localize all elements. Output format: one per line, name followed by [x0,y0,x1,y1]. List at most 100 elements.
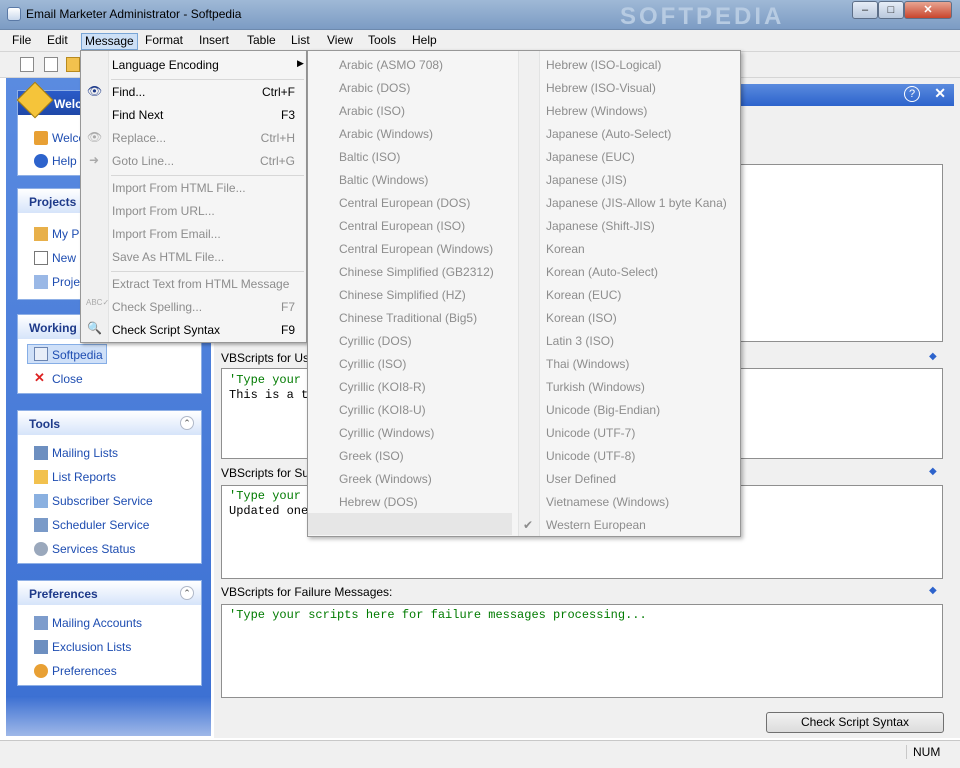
encoding-option[interactable]: Central European (Windows) [339,242,493,256]
encoding-option[interactable]: Unicode (UTF-7) [546,426,635,440]
encoding-option[interactable]: Korean (ISO) [546,311,617,325]
encoding-option[interactable]: Latin 3 (ISO) [546,334,614,348]
encoding-option[interactable]: Japanese (JIS) [546,173,627,187]
maximize-button[interactable]: □ [878,1,904,19]
open-file-icon[interactable] [44,57,58,72]
spellcheck-icon: ABC✓ [86,298,110,307]
shortcut-find: Ctrl+F [262,85,295,99]
encoding-option[interactable]: Korean (EUC) [546,288,621,302]
subscriber-service-icon [34,494,48,508]
sidebar-item-services-status[interactable]: Services Status [52,542,135,556]
menu-item-check-script-syntax[interactable]: Check Script Syntax [112,323,302,337]
encoding-option[interactable]: Central European (DOS) [339,196,470,210]
expand-arrow-icon[interactable]: ◆ [929,466,937,477]
shortcut-find-next: F3 [280,108,295,122]
encoding-option[interactable]: Greek (Windows) [339,472,432,486]
encoding-option[interactable]: Arabic (ASMO 708) [339,58,443,72]
menu-tools[interactable]: Tools [365,33,399,50]
section3-script-editor[interactable]: 'Type your scripts here for failure mess… [221,604,943,698]
encoding-option[interactable]: Chinese Simplified (HZ) [339,288,466,302]
encoding-option[interactable]: Unicode (Big-Endian) [546,403,660,417]
sidebar-item-preferences[interactable]: Preferences [52,664,117,678]
encoding-option[interactable]: Baltic (ISO) [339,150,400,164]
menu-item-extract-text[interactable]: Extract Text from HTML Message [112,277,302,291]
menu-table[interactable]: Table [244,33,279,50]
menu-item-save-as-html[interactable]: Save As HTML File... [112,250,302,264]
menu-message[interactable]: Message [81,33,138,50]
code-line: 'Type your [229,489,302,503]
encoding-option[interactable]: Hebrew (Windows) [546,104,647,118]
encoding-option[interactable]: Greek (ISO) [339,449,404,463]
menu-format[interactable]: Format [142,33,186,50]
menu-file[interactable]: File [9,33,34,50]
sidebar-item-softpedia[interactable]: Softpedia [52,348,103,362]
encoding-option[interactable]: Turkish (Windows) [546,380,645,394]
sidebar-item-exclusion-lists[interactable]: Exclusion Lists [52,640,131,654]
encoding-option[interactable]: Japanese (Auto-Select) [546,127,671,141]
collapse-chevron-icon[interactable]: ⌃ [180,416,194,430]
encoding-option[interactable]: Unicode (UTF-8) [546,449,635,463]
menu-item-import-html[interactable]: Import From HTML File... [112,181,302,195]
gear-icon [34,664,48,678]
sidebar-item-project[interactable]: Proje [52,275,80,289]
encoding-option[interactable]: Hebrew (DOS) [339,495,418,509]
menu-item-import-url[interactable]: Import From URL... [112,204,302,218]
encoding-option[interactable]: Baltic (Windows) [339,173,428,187]
menu-insert[interactable]: Insert [196,33,232,50]
check-script-syntax-button[interactable]: Check Script Syntax [766,712,944,733]
help-icon [34,154,48,168]
encoding-option[interactable]: Cyrillic (KOI8-U) [339,403,426,417]
menu-list[interactable]: List [288,33,313,50]
encoding-option[interactable]: Japanese (JIS-Allow 1 byte Kana) [546,196,727,210]
folder-icon[interactable] [66,57,80,72]
sidebar-item-mailing-lists[interactable]: Mailing Lists [52,446,118,460]
encoding-option[interactable]: Central European (ISO) [339,219,465,233]
content-editor-box[interactable] [735,164,943,342]
encoding-option[interactable]: Korean [546,242,585,256]
menu-item-check-spelling[interactable]: Check Spelling... [112,300,302,314]
minimize-button[interactable]: – [852,1,878,19]
encoding-option[interactable]: Cyrillic (DOS) [339,334,412,348]
sidebar-item-list-reports[interactable]: List Reports [52,470,116,484]
encoding-option[interactable]: Thai (Windows) [546,357,629,371]
encoding-option[interactable]: Cyrillic (Windows) [339,426,434,440]
encoding-option[interactable]: Cyrillic (ISO) [339,357,406,371]
menu-help[interactable]: Help [409,33,440,50]
encoding-option[interactable]: Chinese Simplified (GB2312) [339,265,494,279]
encoding-option[interactable]: Chinese Traditional (Big5) [339,311,477,325]
close-window-button[interactable]: ✕ [904,1,952,19]
sidebar-item-my-projects[interactable]: My P [52,227,79,241]
menu-item-find-next[interactable]: Find Next [112,108,302,122]
menu-item-import-email[interactable]: Import From Email... [112,227,302,241]
close-icon[interactable]: ✕ [934,85,946,102]
sidebar-item-new[interactable]: New [52,251,76,265]
menu-view[interactable]: View [324,33,356,50]
menu-edit[interactable]: Edit [44,33,71,50]
encoding-option[interactable]: Arabic (Windows) [339,127,433,141]
encoding-option[interactable]: Vietnamese (Windows) [546,495,669,509]
encoding-option[interactable]: Western European [546,518,646,532]
section1-label: VBScripts for Use [221,351,316,365]
encoding-option[interactable]: Japanese (Shift-JIS) [546,219,655,233]
menu-item-language-encoding[interactable]: Language Encoding [112,58,302,72]
help-icon[interactable]: ? [904,86,920,102]
menu-gutter [518,51,540,536]
encoding-option[interactable]: Korean (Auto-Select) [546,265,658,279]
new-file-icon[interactable] [20,57,34,72]
encoding-option[interactable]: Cyrillic (KOI8-R) [339,380,426,394]
encoding-option[interactable]: User Defined [546,472,616,486]
collapse-chevron-icon[interactable]: ⌃ [180,586,194,600]
sidebar-item-help[interactable]: Help [52,154,77,168]
sidebar-item-mailing-accounts[interactable]: Mailing Accounts [52,616,142,630]
sidebar-item-scheduler-service[interactable]: Scheduler Service [52,518,149,532]
expand-arrow-icon[interactable]: ◆ [929,351,937,362]
encoding-option[interactable]: Arabic (ISO) [339,104,405,118]
new-project-icon [34,251,48,265]
sidebar-item-subscriber-service[interactable]: Subscriber Service [52,494,153,508]
encoding-option[interactable]: Arabic (DOS) [339,81,410,95]
encoding-option[interactable]: Hebrew (ISO-Logical) [546,58,661,72]
encoding-option[interactable]: Japanese (EUC) [546,150,635,164]
expand-arrow-icon[interactable]: ◆ [929,585,937,596]
encoding-option[interactable]: Hebrew (ISO-Visual) [546,81,656,95]
sidebar-item-close[interactable]: Close [52,372,83,386]
